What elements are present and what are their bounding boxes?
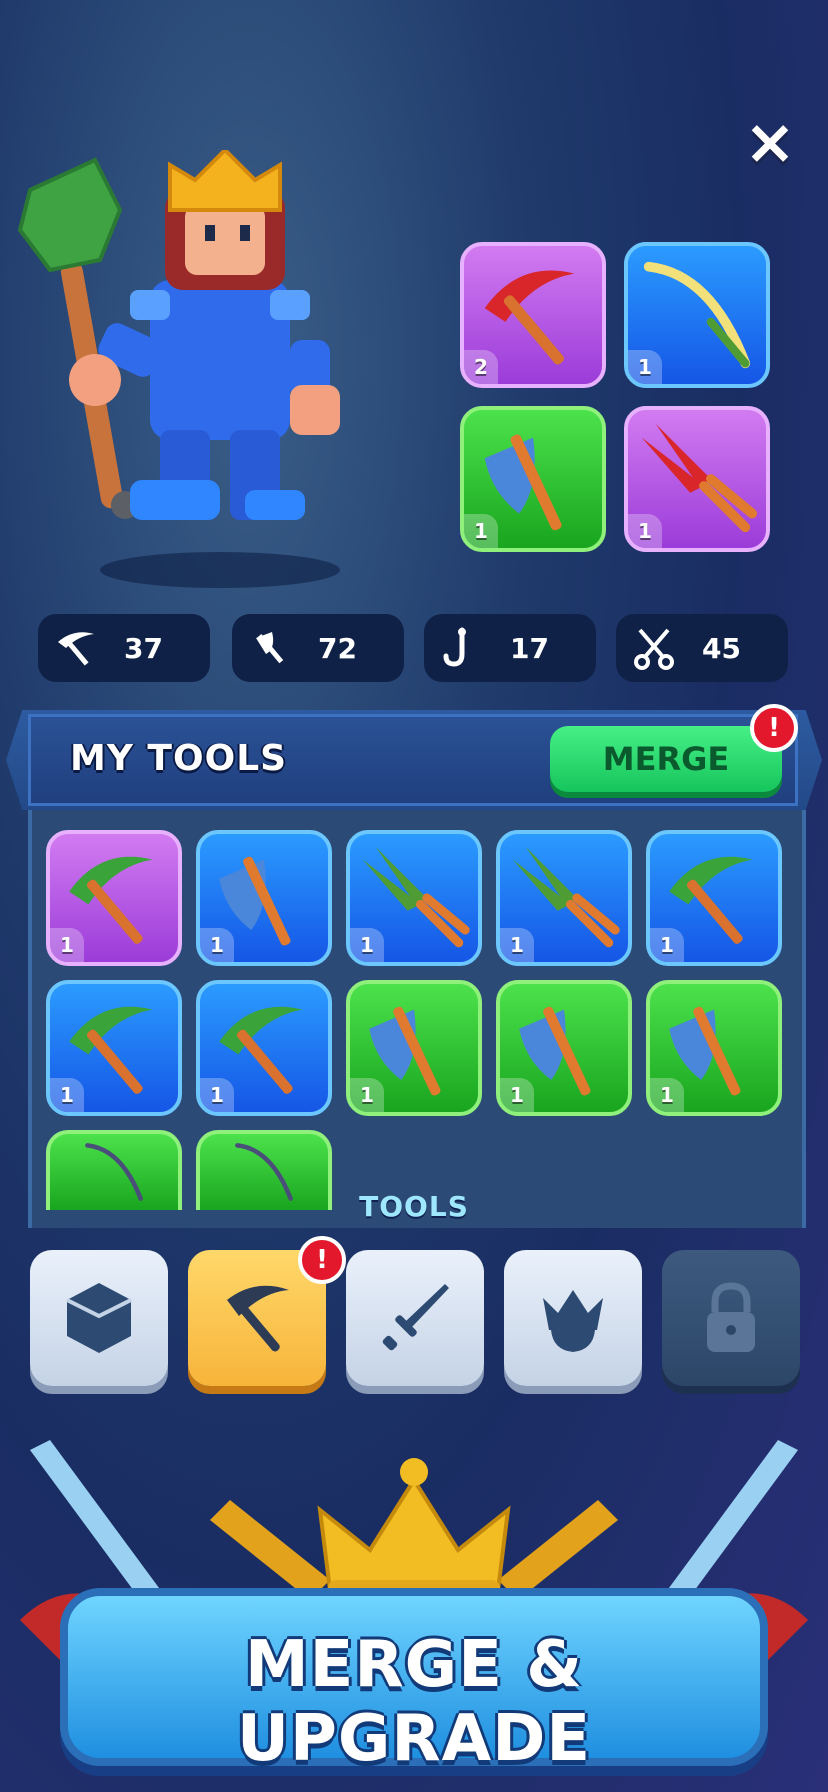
item-count: 1	[628, 514, 662, 548]
stat-hook: 17	[424, 614, 596, 682]
category-crown[interactable]	[504, 1250, 642, 1386]
inventory-item[interactable]: 1	[196, 830, 332, 966]
item-count: 1	[200, 928, 234, 962]
stat-pickaxe: 37	[38, 614, 210, 682]
item-count: 2	[464, 350, 498, 384]
stat-axe: 72	[232, 614, 404, 682]
item-count: 1	[464, 514, 498, 548]
item-count: 1	[500, 1078, 534, 1112]
equipped-slot-pickaxe[interactable]: 2	[460, 242, 606, 388]
promo-text: MERGE & UPGRADE	[236, 1628, 592, 1776]
item-count: 1	[628, 350, 662, 384]
category-locked	[662, 1250, 800, 1386]
scissors-icon	[634, 628, 674, 670]
stat-value: 17	[510, 631, 549, 665]
category-cube[interactable]	[30, 1250, 168, 1386]
close-button[interactable]: ×	[740, 111, 800, 173]
cube-icon	[66, 1283, 132, 1353]
category-sword[interactable]	[346, 1250, 484, 1386]
category-alert-badge: !	[298, 1236, 346, 1284]
item-count: 1	[350, 1078, 384, 1112]
merge-button[interactable]: MERGE	[550, 726, 782, 792]
stat-value: 72	[318, 631, 357, 665]
crown-icon	[543, 1290, 603, 1352]
item-count: 1	[650, 1078, 684, 1112]
inventory-item[interactable]: 1	[646, 830, 782, 966]
inventory-item[interactable]: 1	[346, 830, 482, 966]
hook-icon	[443, 627, 466, 667]
item-count: 1	[500, 928, 534, 962]
inventory-item[interactable]: 1	[196, 980, 332, 1116]
item-count: 1	[50, 1078, 84, 1112]
inventory-item[interactable]: 1	[346, 980, 482, 1116]
equipped-slot-axe[interactable]: 1	[460, 406, 606, 552]
pickaxe-icon	[58, 632, 94, 666]
axe-icon	[256, 632, 284, 664]
hero-character	[17, 150, 340, 588]
my-tools-title: MY TOOLS	[70, 738, 288, 779]
inventory-item[interactable]: 1	[646, 980, 782, 1116]
equipped-slot-fishing-rod[interactable]: 1	[624, 242, 770, 388]
stat-scissors: 45	[616, 614, 788, 682]
lock-icon	[707, 1282, 755, 1352]
stat-value: 45	[702, 631, 741, 665]
equipped-slot-shears[interactable]: 1	[624, 406, 770, 552]
item-count: 1	[350, 928, 384, 962]
inventory-item[interactable]: 1	[496, 830, 632, 966]
stat-value: 37	[124, 631, 163, 665]
item-count: 1	[50, 928, 84, 962]
item-count: 1	[200, 1078, 234, 1112]
pickaxe-icon	[227, 1285, 289, 1352]
item-count: 1	[650, 928, 684, 962]
inventory-item[interactable]: 1	[46, 980, 182, 1116]
inventory-item[interactable]: 1	[496, 980, 632, 1116]
merge-alert-badge: !	[750, 704, 798, 752]
sword-icon	[382, 1284, 449, 1351]
category-label: TOOLS	[359, 1190, 469, 1223]
inventory-item[interactable]: 1	[46, 830, 182, 966]
